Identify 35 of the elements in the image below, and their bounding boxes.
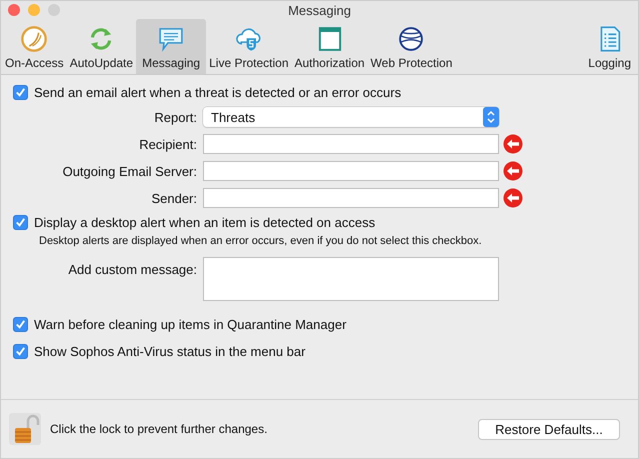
restore-defaults-button[interactable]: Restore Defaults... [478,418,620,440]
toolbar-tab[interactable]: Logging [585,19,634,74]
close-button[interactable] [8,4,20,16]
toolbar-tab[interactable]: Authorization [292,19,368,74]
globe-icon [397,25,426,53]
field-label: Report: [153,110,198,124]
toolbar-tab[interactable]: On-Access [2,19,67,74]
window-title: Messaging [288,2,351,18]
toolbar-tab[interactable]: Messaging [136,19,206,74]
open-lock-icon[interactable] [9,413,41,445]
toolbar-tab[interactable]: Live Protection [206,19,292,74]
checkbox-label: Send an email alert when a threat is detected or an error occurs [34,84,402,100]
lock-hint-text: Click the lock to prevent further changes. [50,422,268,436]
note-text: Desktop alerts are displayed when an error occurs, even if you do not select this checkbox. [39,235,483,247]
checkbox[interactable] [13,344,28,358]
input-field[interactable] [203,161,499,181]
input-field[interactable] [203,188,499,208]
updown-icon [483,107,499,127]
input-field[interactable] [203,134,499,154]
checkbox[interactable] [13,316,28,332]
field-label: Sender: [150,190,198,206]
checkbox-label: Warn before cleaning up items in Quarantine Manager [34,316,346,332]
checkbox-label: Display a desktop alert when an item is detected on access [34,214,376,230]
field-label: Outgoing Email Server: [62,164,198,178]
toolbar-tab[interactable]: Web Protection [368,19,456,74]
field-label: Add custom message: [67,261,198,277]
checkbox-label: Show Sophos Anti-Virus status in the menu bar [34,344,306,358]
minimize-button[interactable] [28,4,40,16]
toolbar-tab[interactable]: AutoUpdate [66,19,136,74]
message-field[interactable] [203,257,499,301]
speech-bubble-icon [157,25,186,53]
checkbox[interactable] [13,84,28,100]
field-label: Recipient: [138,136,198,152]
report-dropdown[interactable]: Threats [203,107,499,127]
checkbox[interactable] [13,214,28,230]
